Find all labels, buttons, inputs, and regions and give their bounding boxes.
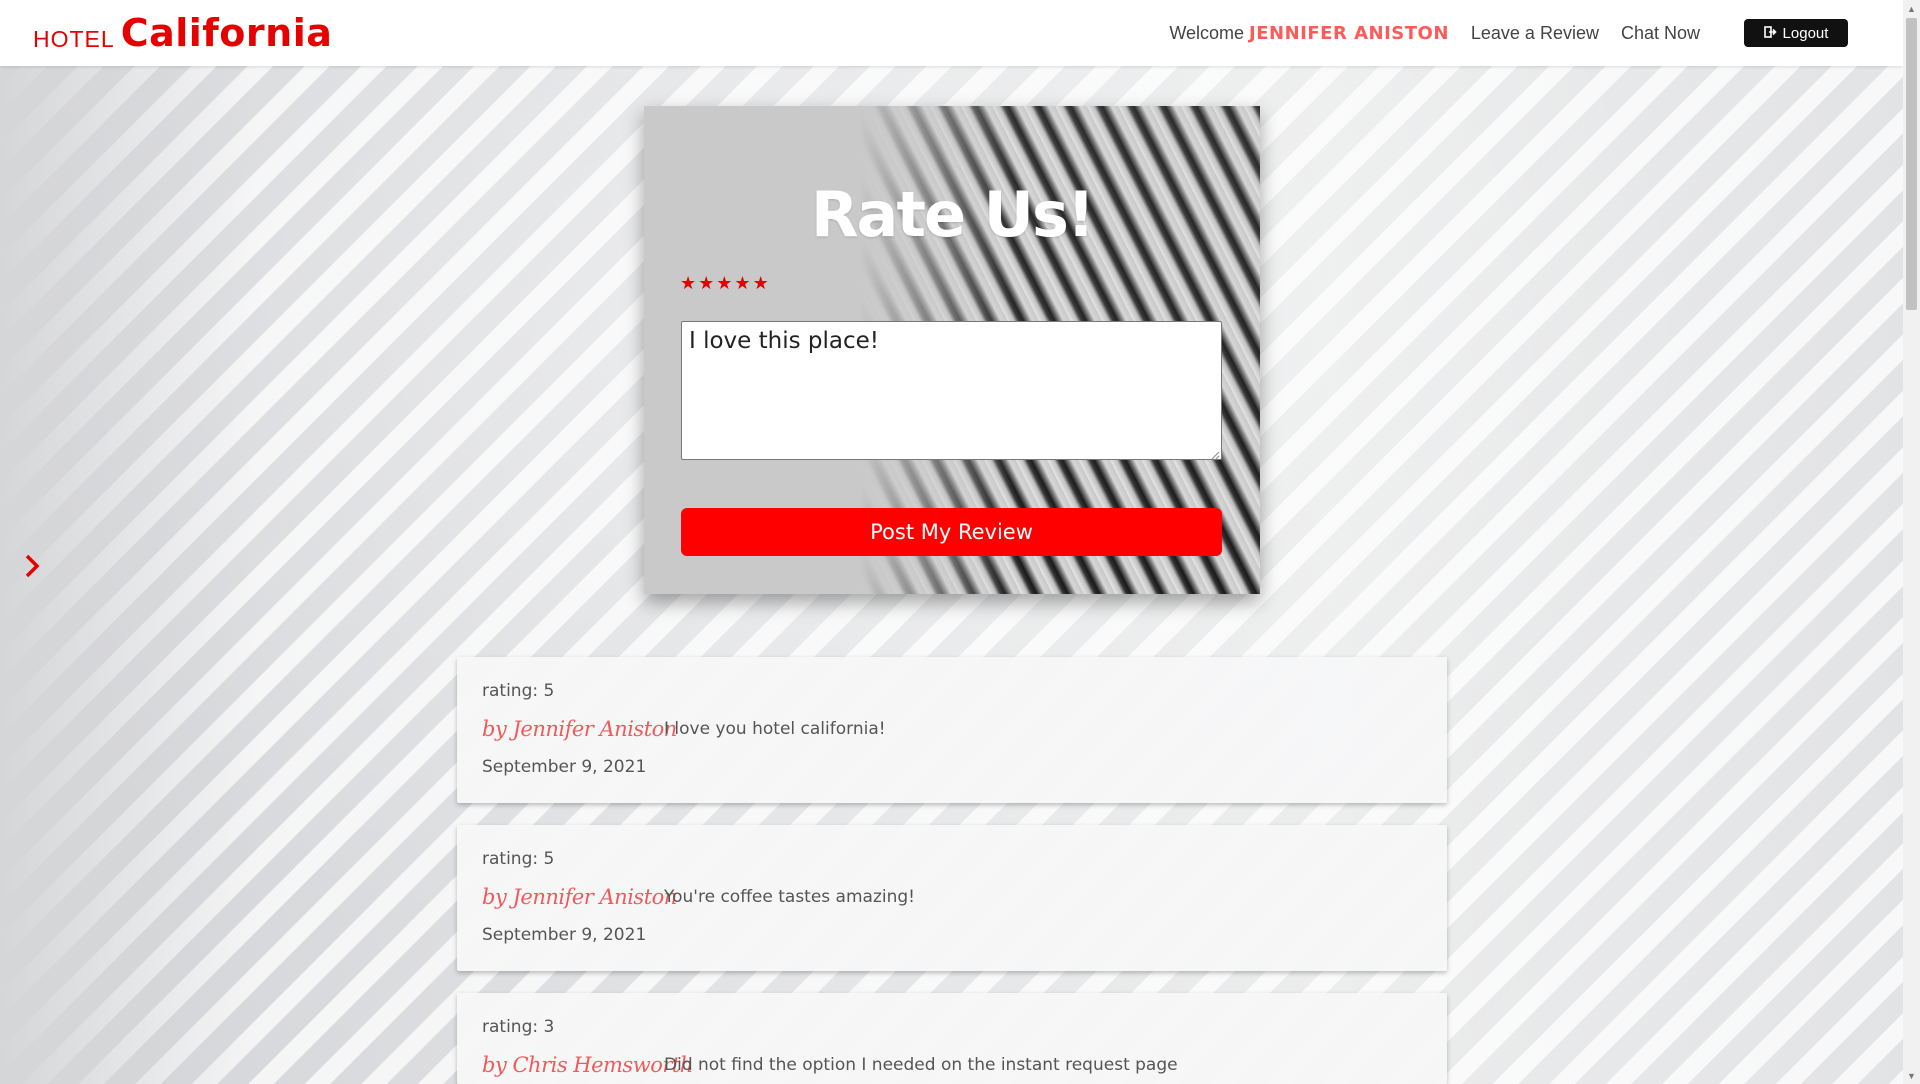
review-text: Did not find the option I needed on the … — [664, 1055, 1178, 1075]
nav-links: Welcome Jennifer Aniston Leave a Review … — [1169, 0, 1848, 66]
rate-us-title: Rate Us! — [810, 178, 1095, 251]
review-card: rating: 3 by Chris Hemsworth Did not fin… — [457, 993, 1447, 1084]
review-author: by Chris Hemsworth — [482, 1053, 693, 1077]
star-icon[interactable]: ★ — [753, 274, 769, 292]
review-rating: rating: 5 — [482, 681, 555, 701]
review-rating: rating: 3 — [482, 1017, 555, 1037]
post-review-button[interactable]: Post My Review — [681, 508, 1222, 556]
star-icon[interactable]: ★ — [716, 274, 732, 292]
review-card: rating: 5 by Jennifer Aniston September … — [457, 825, 1447, 971]
welcome-label: Welcome — [1169, 22, 1245, 43]
review-author: by Jennifer Aniston — [482, 717, 677, 741]
review-date: September 9, 2021 — [482, 925, 647, 945]
scrollbar-thumb[interactable] — [1906, 18, 1917, 310]
star-icon[interactable]: ★ — [680, 274, 696, 292]
logout-button[interactable]: Logout — [1744, 19, 1848, 47]
page-scrollbar[interactable]: ▲ ▼ — [1903, 0, 1920, 1084]
review-text: You're coffee tastes amazing! — [664, 887, 915, 907]
scroll-up-arrow-icon[interactable]: ▲ — [1903, 0, 1920, 17]
review-form-card: Rate Us! ★ ★ ★ ★ ★ I love this place! Po… — [644, 106, 1260, 594]
review-text: I love you hotel california! — [664, 719, 886, 739]
review-date: September 9, 2021 — [482, 757, 647, 777]
carousel-next-arrow-icon[interactable] — [22, 552, 44, 580]
star-rating[interactable]: ★ ★ ★ ★ ★ — [680, 274, 769, 292]
review-card: rating: 5 by Jennifer Aniston September … — [457, 657, 1447, 803]
sign-out-icon — [1763, 25, 1777, 41]
logout-label: Logout — [1782, 24, 1829, 42]
star-icon[interactable]: ★ — [734, 274, 750, 292]
brand-name: California — [120, 11, 333, 55]
review-rating: rating: 5 — [482, 849, 555, 869]
nav-leave-review[interactable]: Leave a Review — [1471, 23, 1599, 44]
resize-grip-icon[interactable] — [1210, 447, 1220, 460]
nav-chat-now[interactable]: Chat Now — [1621, 23, 1700, 44]
top-navbar: HOTEL California Welcome Jennifer Anisto… — [0, 0, 1903, 66]
welcome-text: Welcome Jennifer Aniston — [1169, 23, 1449, 44]
brand-logo[interactable]: HOTEL California — [33, 11, 332, 55]
welcome-user-name: Jennifer Aniston — [1249, 22, 1449, 44]
review-textarea[interactable]: I love this place! — [681, 321, 1222, 460]
review-author: by Jennifer Aniston — [482, 885, 677, 909]
star-icon[interactable]: ★ — [698, 274, 714, 292]
brand-prefix: HOTEL — [33, 26, 115, 52]
scroll-down-arrow-icon[interactable]: ▼ — [1903, 1067, 1920, 1084]
